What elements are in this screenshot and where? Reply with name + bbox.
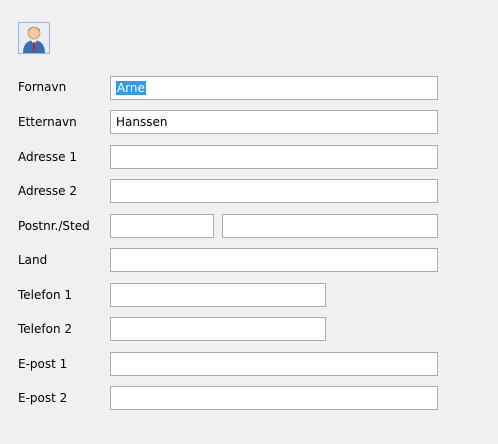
person-icon — [23, 26, 45, 53]
label-address-1: Adresse 1 — [18, 150, 78, 164]
email-2-field[interactable] — [110, 386, 438, 410]
label-postal-city: Postnr./Sted — [18, 219, 90, 233]
first-name-field[interactable]: Arne — [110, 76, 438, 100]
label-email-2: E-post 2 — [18, 391, 68, 405]
address-1-field[interactable] — [110, 145, 438, 169]
phone-2-field[interactable] — [110, 317, 326, 341]
phone-1-field[interactable] — [110, 283, 326, 307]
first-name-value: Arne — [116, 81, 146, 95]
country-field[interactable] — [110, 248, 438, 272]
label-address-2: Adresse 2 — [18, 184, 78, 198]
label-email-1: E-post 1 — [18, 357, 68, 371]
label-first-name: Fornavn — [18, 80, 67, 94]
city-field[interactable] — [222, 214, 438, 238]
label-phone-1: Telefon 1 — [18, 288, 73, 302]
last-name-field[interactable]: Hanssen — [110, 110, 438, 134]
email-1-field[interactable] — [110, 352, 438, 376]
label-country: Land — [18, 253, 48, 267]
postal-code-field[interactable] — [110, 214, 214, 238]
address-2-field[interactable] — [110, 179, 438, 203]
avatar-button[interactable] — [18, 22, 50, 54]
label-phone-2: Telefon 2 — [18, 322, 73, 336]
label-last-name: Etternavn — [18, 115, 77, 129]
